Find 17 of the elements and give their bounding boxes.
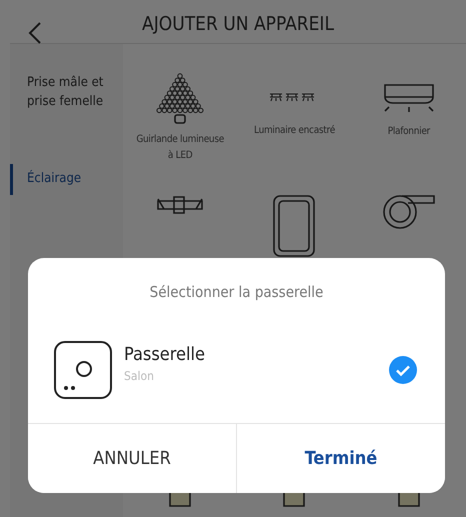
tree-lights-icon	[154, 72, 206, 124]
back-icon[interactable]	[28, 21, 42, 45]
device-label: Plafonnier	[388, 125, 430, 139]
page-title: AJOUTER UN APPAREIL	[141, 12, 335, 34]
gateway-device-icon	[54, 340, 112, 398]
dialog-title: Sélectionner la passerelle	[148, 282, 324, 303]
gateway-name: Passerelle	[124, 344, 206, 365]
device-label: Luminaire encastré	[254, 124, 335, 138]
done-button[interactable]: Terminé	[236, 424, 445, 493]
category-item[interactable]: Prise mâle et prise femelle	[10, 68, 123, 118]
gateway-room: Salon	[124, 369, 155, 383]
ceiling-light-icon	[382, 84, 435, 112]
device-label: Guirlande lumineuse à LED	[135, 133, 225, 163]
check-icon[interactable]	[389, 356, 417, 384]
panel-light-icon	[273, 195, 316, 257]
led-strip-icon	[382, 195, 435, 229]
spotlights-icon	[156, 195, 204, 215]
